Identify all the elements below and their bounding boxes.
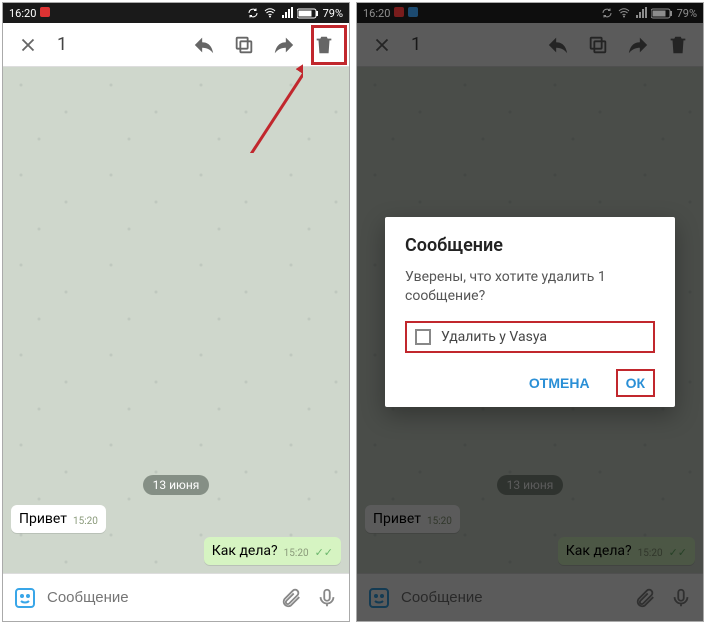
reply-icon[interactable] — [187, 28, 221, 62]
attach-icon[interactable] — [277, 584, 305, 612]
copy-icon[interactable] — [227, 28, 261, 62]
delete-dialog: Сообщение Уверены, что хотите удалить 1 … — [385, 217, 675, 408]
message-text: Привет — [19, 511, 67, 527]
checkbox-icon — [415, 329, 431, 345]
battery-text: 79% — [323, 7, 343, 20]
signal-icon — [281, 7, 293, 19]
message-time: 15:20 — [284, 548, 309, 559]
checkbox-label: Удалить у Vasya — [441, 329, 547, 345]
wifi-icon — [263, 7, 277, 19]
selection-header: 1 — [3, 23, 349, 67]
message-row[interactable]: Как дела? 15:20 ✓✓ — [11, 537, 341, 565]
date-pill: 13 июня — [143, 475, 210, 495]
mic-icon[interactable] — [313, 584, 341, 612]
phone-right: 16:20 79% 1 13 июня Привет15:20 Как дела… — [356, 2, 704, 622]
input-bar — [3, 573, 349, 621]
delete-for-other-checkbox[interactable]: Удалить у Vasya — [405, 321, 655, 353]
battery-icon — [297, 8, 319, 19]
sticker-icon[interactable] — [11, 584, 39, 612]
ok-button[interactable]: ОК — [616, 369, 655, 397]
status-bar: 16:20 79% — [3, 3, 349, 23]
sync-icon — [247, 7, 259, 19]
dialog-title: Сообщение — [405, 235, 655, 256]
chat-body: 13 июня Привет 15:20 Как дела? 15:20 ✓✓ — [3, 67, 349, 573]
selected-count: 1 — [51, 34, 181, 55]
phone-left: 16:20 79% 1 13 и — [2, 2, 350, 622]
dialog-body: Уверены, что хотите удалить 1 сообщение? — [405, 268, 655, 306]
message-time: 15:20 — [73, 516, 98, 527]
close-icon[interactable] — [11, 28, 45, 62]
forward-icon[interactable] — [267, 28, 301, 62]
message-input[interactable] — [47, 589, 269, 606]
read-checks-icon: ✓✓ — [315, 546, 333, 559]
cancel-button[interactable]: ОТМЕНА — [519, 369, 600, 397]
modal-overlay[interactable]: Сообщение Уверены, что хотите удалить 1 … — [357, 3, 703, 621]
delete-icon[interactable] — [307, 28, 341, 62]
status-time: 16:20 — [9, 7, 36, 20]
message-text: Как дела? — [212, 543, 278, 559]
message-row[interactable]: Привет 15:20 — [11, 505, 341, 533]
notif-icon — [40, 7, 50, 20]
